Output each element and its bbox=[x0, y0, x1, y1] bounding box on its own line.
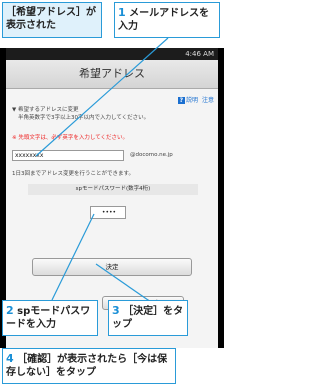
callout-text: spモードパスワードを入力 bbox=[6, 306, 91, 330]
help-icon: ? bbox=[177, 97, 186, 104]
step-number: 3 bbox=[112, 304, 120, 317]
callout-step-2: 2 spモードパスワードを入力 bbox=[2, 300, 98, 336]
instruction-heading: ▼ 希望するアドレスに変更 bbox=[12, 107, 79, 113]
callout-step-3: 3 ［決定］をタップ bbox=[108, 300, 188, 336]
status-time: 4:46 AM bbox=[185, 50, 214, 58]
password-input[interactable]: •••• bbox=[90, 206, 126, 219]
help-links[interactable]: ? 説明 注意 bbox=[177, 95, 214, 104]
callout-text: ［希望アドレス］が表示された bbox=[6, 7, 96, 31]
help-link[interactable]: 説明 bbox=[186, 97, 198, 104]
step-number: 1 bbox=[118, 6, 126, 19]
step-number: 4 bbox=[6, 352, 14, 365]
callout-step-4: 4 ［確認］が表示されたら［今は保存しない］をタップ bbox=[2, 348, 176, 384]
callout-text: ［確認］が表示されたら［今は保存しない］をタップ bbox=[6, 354, 168, 378]
callout-address-shown: ［希望アドレス］が表示された bbox=[2, 2, 102, 38]
notice-link[interactable]: 注意 bbox=[202, 97, 214, 104]
callout-text: ［決定］をタップ bbox=[112, 306, 184, 330]
callout-text: メールアドレスを入力 bbox=[118, 8, 210, 32]
callout-step-1: 1 メールアドレスを入力 bbox=[114, 2, 220, 38]
password-label: spモードパスワード(数字4桁) bbox=[28, 184, 198, 195]
domain-label: @docomo.ne.jp bbox=[130, 152, 173, 158]
status-bar: 4:46 AM bbox=[6, 48, 218, 60]
warning-text: ※ 先頭文字は、必ず英字を入力してください。 bbox=[12, 135, 129, 141]
limit-note: 1日3回までアドレス変更を行うことができます。 bbox=[12, 171, 134, 177]
page-title: 希望アドレス bbox=[6, 60, 218, 89]
submit-button[interactable]: 決定 bbox=[32, 258, 192, 276]
instruction-detail: 半角英数字で3字以上30字以内で入力してください。 bbox=[18, 115, 150, 121]
step-number: 2 bbox=[6, 304, 14, 317]
address-input[interactable]: xxxxxxxx bbox=[12, 150, 124, 161]
